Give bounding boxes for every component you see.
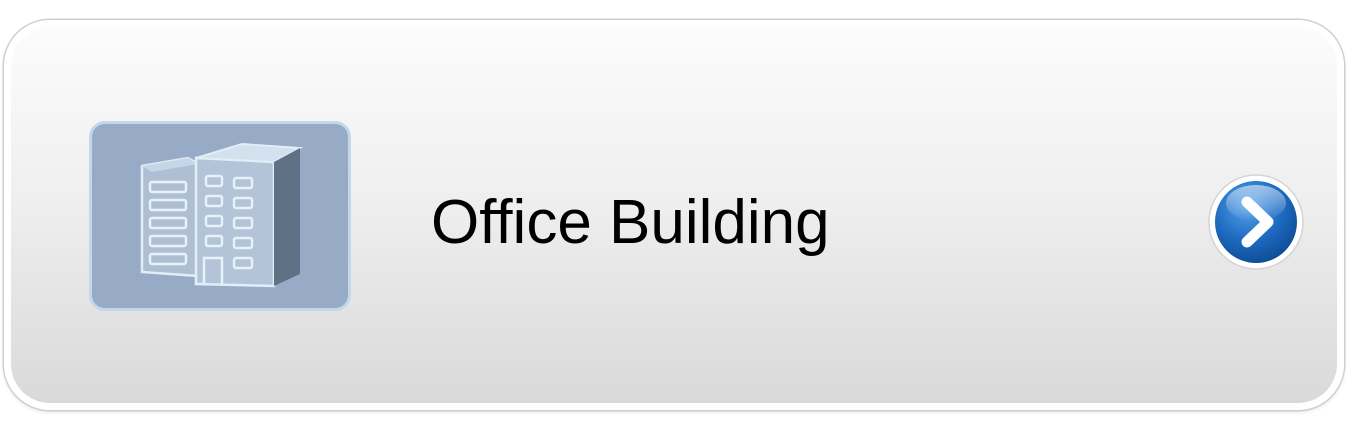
office-building-thumbnail <box>89 121 351 311</box>
office-building-icon <box>140 142 304 288</box>
chevron-right-circle-icon[interactable] <box>1207 173 1305 271</box>
office-building-list-item[interactable]: Office Building <box>4 20 1344 410</box>
item-label: Office Building <box>431 188 830 257</box>
